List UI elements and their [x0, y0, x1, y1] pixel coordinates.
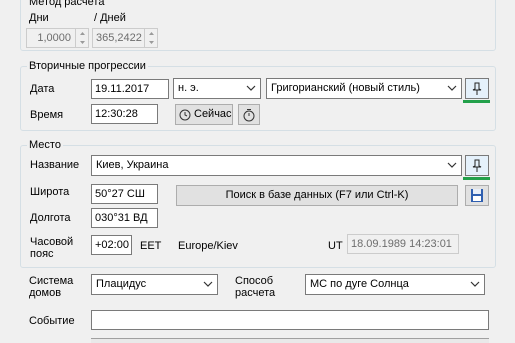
date-label: Дата: [30, 83, 55, 95]
bottom-panel-edge: [91, 338, 489, 343]
calc-method-value: МС по дуге Солнца: [310, 278, 409, 290]
timezone-name: Europe/Kiev: [178, 240, 238, 252]
stopwatch-icon: [243, 109, 255, 122]
date-input[interactable]: 19.11.2017: [91, 79, 169, 99]
ut-label: UT: [328, 240, 343, 252]
pin-place-button[interactable]: [465, 155, 489, 176]
calc-method-select[interactable]: МС по дуге Солнца: [305, 274, 485, 295]
era-select[interactable]: н. э.: [173, 78, 261, 99]
house-system-select[interactable]: Плацидус: [91, 274, 218, 295]
longitude-input[interactable]: 030°31 ВД: [91, 208, 158, 228]
place-name-select[interactable]: Киев, Украина: [91, 155, 462, 176]
time-label: Время: [30, 109, 64, 121]
per-days-label: / Дней: [94, 12, 126, 24]
chevron-down-icon: [203, 281, 213, 287]
per-days-spinner[interactable]: [144, 28, 157, 48]
progressions-legend: Вторичные прогрессии: [27, 60, 148, 72]
timezone-abbr: EET: [140, 240, 162, 252]
pin-icon: [472, 82, 482, 95]
place-name-value: Киев, Украина: [96, 159, 169, 171]
timer-button[interactable]: [238, 104, 260, 125]
days-label: Дни: [29, 12, 49, 24]
timezone-input[interactable]: +02:00: [91, 235, 132, 255]
longitude-label: Долгота: [30, 212, 71, 224]
method-legend: Метод расчета: [27, 0, 107, 8]
event-label: Событие: [29, 315, 75, 327]
ut-value: 18.09.1989 14:23:01: [347, 234, 459, 254]
calendar-pin-indicator: [463, 100, 490, 103]
now-button-label: Сейчас: [194, 108, 232, 120]
pin-calendar-button[interactable]: [465, 78, 489, 99]
name-label: Название: [30, 159, 80, 171]
place-pin-indicator: [463, 177, 490, 180]
timezone-label: Часовой пояс: [30, 236, 74, 260]
pin-icon: [472, 159, 482, 172]
search-database-button[interactable]: Поиск в базе данных (F7 или Ctrl-K): [176, 185, 458, 206]
event-input[interactable]: [91, 310, 489, 330]
chevron-down-icon: [470, 281, 480, 287]
time-input[interactable]: 12:30:28: [91, 104, 158, 124]
calendar-value: Григорианский (новый стиль): [271, 82, 420, 94]
calendar-select[interactable]: Григорианский (новый стиль): [266, 78, 462, 99]
now-button[interactable]: Сейчас: [175, 104, 233, 125]
chevron-down-icon: [447, 162, 457, 168]
house-system-label: Система домов: [29, 275, 74, 299]
latitude-label: Широта: [30, 186, 70, 198]
spin-arrows-icon: [80, 32, 85, 44]
floppy-disk-icon: [471, 189, 483, 202]
chevron-down-icon: [246, 85, 256, 91]
save-button[interactable]: [465, 185, 489, 206]
latitude-input[interactable]: 50°27 СШ: [91, 184, 158, 204]
place-legend: Место: [27, 139, 63, 151]
calc-method-label: Способ расчета: [235, 275, 276, 299]
chevron-down-icon: [447, 85, 457, 91]
house-system-value: Плацидус: [96, 278, 147, 290]
spin-arrows-icon: [149, 32, 154, 44]
clock-icon: [179, 109, 191, 121]
era-value: н. э.: [178, 82, 199, 94]
days-spinner[interactable]: [75, 28, 88, 48]
